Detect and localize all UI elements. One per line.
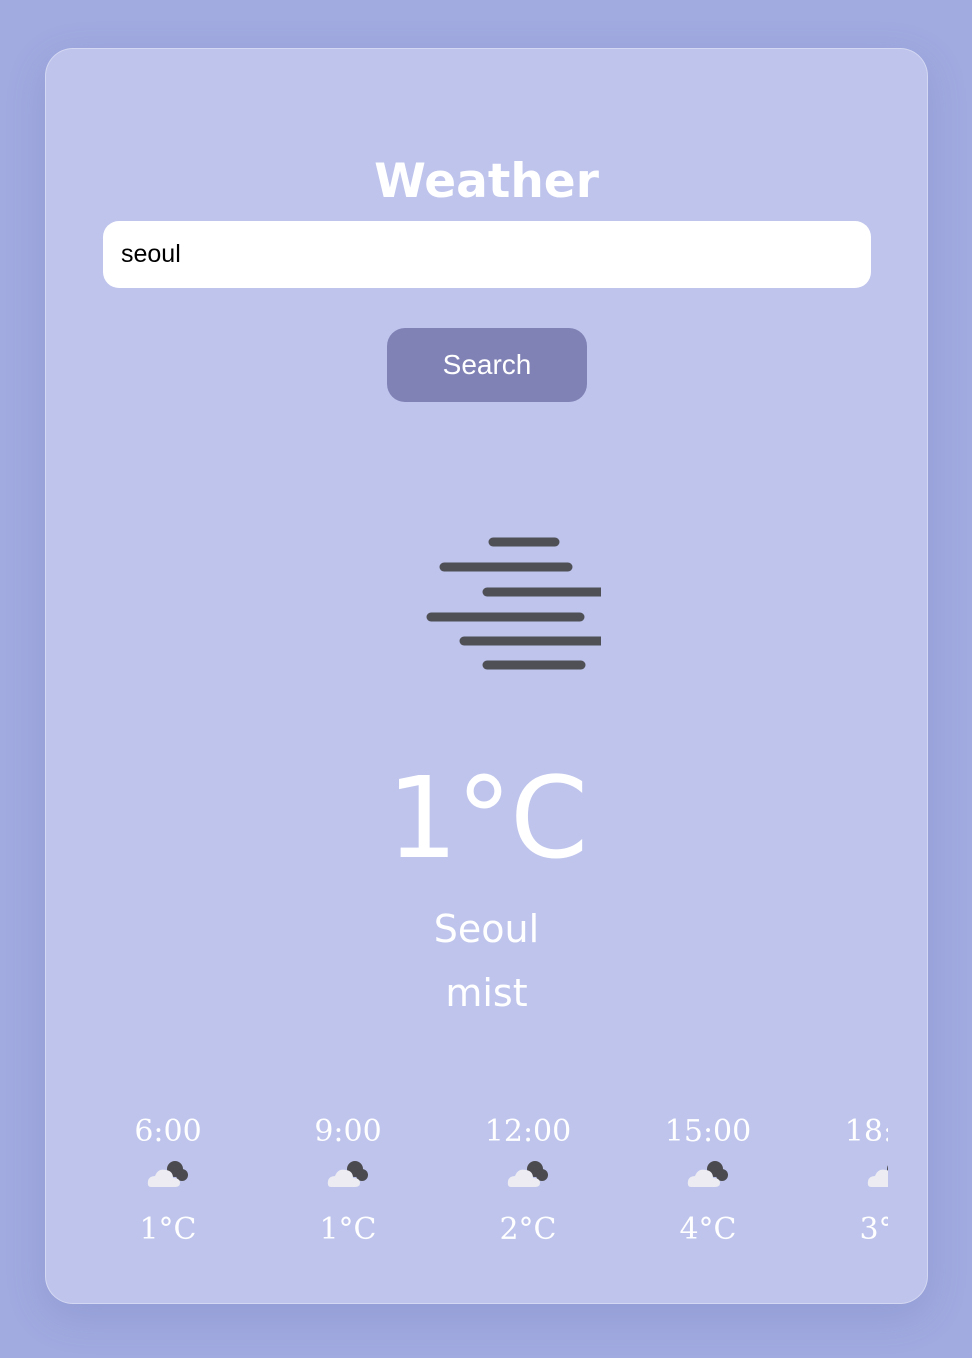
cloud-icon xyxy=(867,1165,888,1187)
forecast-temperature: 1°C xyxy=(319,1212,377,1247)
cloud-icon xyxy=(147,1161,188,1187)
forecast-temperature: 1°C xyxy=(139,1212,197,1247)
forecast-temperature: 4°C xyxy=(679,1212,737,1247)
app-title: Weather xyxy=(374,154,599,209)
hourly-forecast: 6:00 1°C 9:00 1°C 12:00 2°C 15:00 4°C 18… xyxy=(113,1109,888,1269)
forecast-time: 9:00 xyxy=(314,1114,382,1149)
city-search-input[interactable] xyxy=(103,221,871,288)
forecast-time: 6:00 xyxy=(134,1114,202,1149)
forecast-time: 18:00 xyxy=(844,1114,888,1149)
city-name: Seoul xyxy=(433,907,540,951)
forecast-time: 15:00 xyxy=(664,1114,752,1149)
forecast-item: 6:00 1°C xyxy=(113,1109,223,1253)
cloud-icon xyxy=(507,1161,548,1187)
search-button[interactable]: Search xyxy=(387,328,587,402)
forecast-item: 12:00 2°C xyxy=(473,1109,583,1253)
forecast-item: 9:00 1°C xyxy=(293,1109,403,1253)
weather-description: mist xyxy=(445,971,528,1015)
forecast-temperature: 3°C xyxy=(859,1212,888,1247)
cloud-icon xyxy=(687,1161,728,1187)
cloud-icon xyxy=(327,1161,368,1187)
forecast-item: 18:00 3°C xyxy=(833,1109,888,1253)
mist-icon xyxy=(426,537,601,670)
current-temperature: 1°C xyxy=(386,754,588,884)
forecast-item: 15:00 4°C xyxy=(653,1109,763,1253)
forecast-time: 12:00 xyxy=(484,1114,572,1149)
weather-card: Weather Search 1°C Seoul mist 6:00 1°C 9… xyxy=(45,48,928,1304)
forecast-temperature: 2°C xyxy=(499,1212,557,1247)
